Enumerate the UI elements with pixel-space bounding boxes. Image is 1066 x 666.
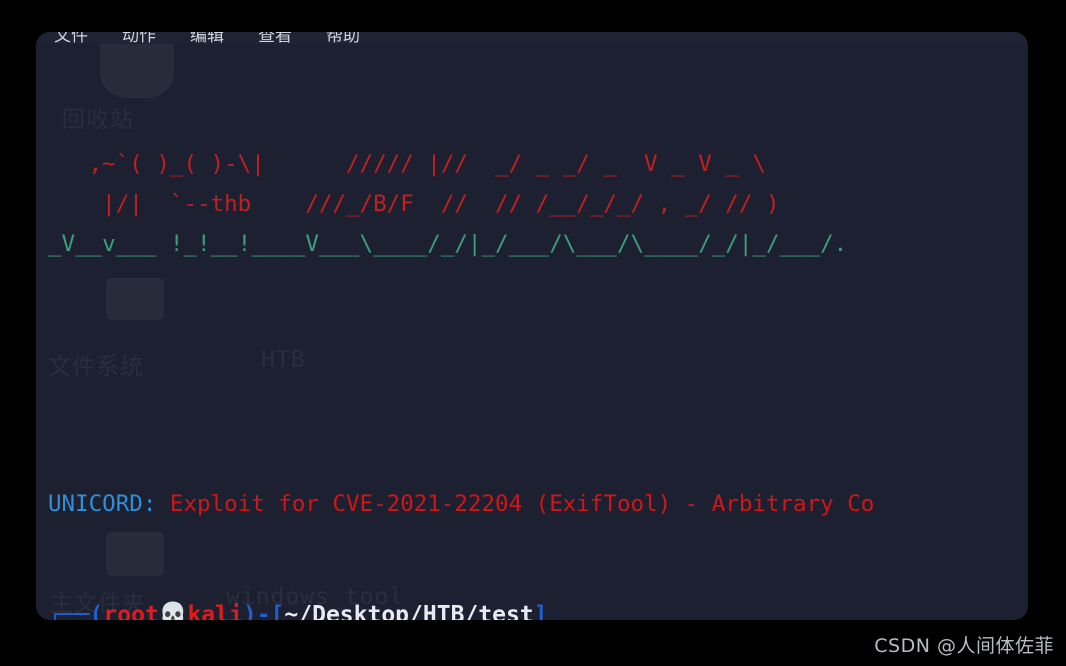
csdn-watermark: CSDN @人间体佐菲: [874, 635, 1054, 657]
prompt-host: kali: [187, 602, 243, 620]
log-message: Exploit for CVE-2021-22204 (ExifTool) - …: [169, 491, 875, 517]
terminal-output[interactable]: ,~`( )_( )-\| ///// |// _/ _ _/ _ V _ V …: [36, 44, 1028, 620]
menu-item-help[interactable]: 帮助: [326, 32, 360, 44]
prompt-open-bracket: [: [270, 602, 285, 620]
menu-item-view[interactable]: 查看: [258, 32, 292, 44]
skull-icon: 💀: [158, 602, 188, 620]
prompt-close-paren: ): [242, 602, 257, 620]
prompt-user: root: [103, 602, 159, 620]
prompt-open-paren: (: [89, 602, 104, 620]
terminal-menubar[interactable]: 文件 动作 编辑 查看 帮助: [36, 32, 1028, 44]
banner-spacer: [48, 360, 1028, 392]
prompt-path: ~/Desktop/HTB/test: [284, 602, 534, 620]
ascii-banner-line-2: |/| `--thb ///_/B/F // // /__/_/_/ , _/ …: [48, 191, 780, 217]
menu-item-action[interactable]: 动作: [122, 32, 156, 44]
prompt-close-bracket: ]: [533, 602, 548, 620]
log-label: UNICORD:: [48, 491, 157, 517]
log-row-unicord: UNICORD: Exploit for CVE-2021-22204 (Exi…: [48, 488, 1028, 520]
terminal-window[interactable]: 回收站 文件系统 HTB 主文件夹 windows_tool 文件 动作 编辑 查看帮…: [36, 32, 1028, 620]
menu-item-file[interactable]: 文件: [54, 32, 88, 44]
ascii-banner: ,~`( )_( )-\| ///// |// _/ _ _/ _ V _ V …: [48, 144, 1028, 264]
menu-item-edit[interactable]: 编辑: [190, 32, 224, 44]
shell-prompt[interactable]: ┌──(root💀kali)-[~/Desktop/HTB/test]: [48, 601, 548, 620]
ascii-banner-line-1: ,~`( )_( )-\| ///// |// _/ _ _/ _ V _ V …: [48, 151, 766, 177]
ascii-banner-line-3: _V__v___ !_!__!____V___\____/_/|_/___/\_…: [48, 231, 848, 257]
prompt-dash: -: [256, 602, 271, 620]
prompt-corner: ┌──: [48, 602, 90, 620]
